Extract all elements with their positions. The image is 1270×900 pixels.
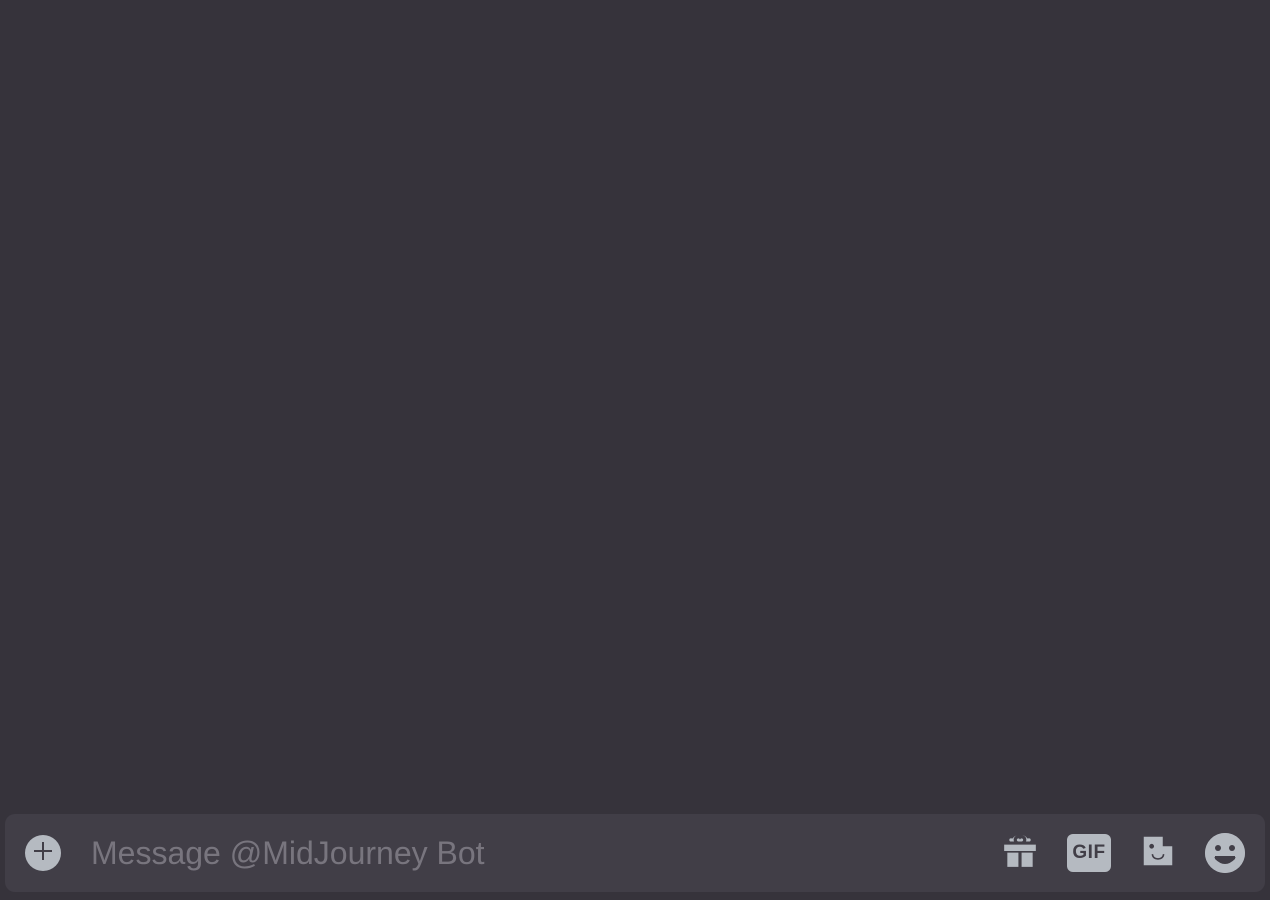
emoji-button[interactable] xyxy=(1205,833,1245,873)
plus-circle-icon xyxy=(31,839,55,868)
message-input-bar: GIF xyxy=(5,814,1265,892)
add-attachment-button[interactable] xyxy=(25,835,61,871)
gift-icon xyxy=(1001,832,1039,875)
gif-icon: GIF xyxy=(1067,834,1111,872)
sticker-icon xyxy=(1139,832,1177,875)
chat-message-area xyxy=(0,0,1270,900)
emoji-icon xyxy=(1205,833,1245,873)
input-actions-group: GIF xyxy=(1001,832,1245,875)
gif-label: GIF xyxy=(1072,842,1105,864)
message-input[interactable] xyxy=(91,835,981,872)
sticker-button[interactable] xyxy=(1139,832,1177,875)
gif-button[interactable]: GIF xyxy=(1067,834,1111,872)
gift-button[interactable] xyxy=(1001,832,1039,875)
